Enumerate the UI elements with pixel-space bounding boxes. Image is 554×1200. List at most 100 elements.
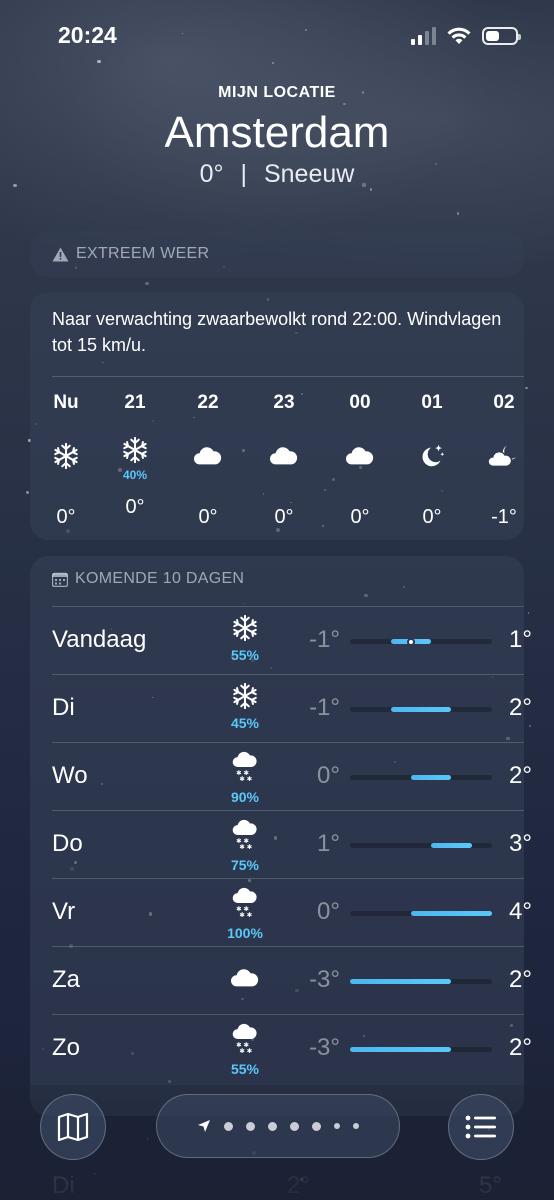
cloud-snow-icon: ✱ ✱ ✱ ✱ <box>231 751 259 788</box>
hour-precipitation: 40% <box>122 467 148 482</box>
current-conditions: 0° | Sneeuw <box>0 160 554 189</box>
hour-temperature: 0° <box>350 506 370 528</box>
temperature-range-bar <box>410 911 492 916</box>
row-divider <box>52 1014 524 1015</box>
svg-text:✱: ✱ <box>247 1047 253 1055</box>
temperature-range-bar <box>431 843 472 848</box>
day-high: 2° <box>509 694 532 721</box>
alert-description: Naar verwachting zwaarbewolkt rond 22:00… <box>52 309 502 355</box>
hourly-item: 01 0° <box>402 392 462 529</box>
hour-label: 00 <box>349 392 371 413</box>
row-divider <box>52 742 524 743</box>
day-label: Vandaag <box>52 626 147 653</box>
ten-day-forecast-card[interactable]: KOMENDE 10 DAGEN Vandaag 55% -1° 1° Di 4… <box>30 556 532 1116</box>
svg-text:✱: ✱ <box>247 843 253 851</box>
temperature-range-track <box>350 775 492 780</box>
hourly-forecast-card[interactable]: Naar verwachting zwaarbewolkt rond 22:00… <box>30 292 524 540</box>
hour-temperature: 0° <box>274 506 294 528</box>
hour-label: 23 <box>273 392 295 413</box>
hourly-item: 22 0° <box>178 392 238 529</box>
daily-row[interactable]: Wo ✱ ✱ ✱ ✱ 90% 0° 2° <box>52 742 532 810</box>
snowflake-icon <box>231 682 259 714</box>
temperature-range-bar <box>350 1047 452 1052</box>
day-label: Zo <box>52 1034 81 1061</box>
day-precipitation: 55% <box>230 647 260 663</box>
day-label: Za <box>52 966 81 993</box>
severe-weather-label: EXTREEM WEER <box>52 245 209 263</box>
hour-temperature: -1° <box>491 506 517 528</box>
hour-label: 21 <box>124 392 146 413</box>
row-divider <box>52 946 524 947</box>
temperature-range-track <box>350 637 492 646</box>
map-button[interactable] <box>40 1094 106 1160</box>
cellular-signal-icon <box>411 27 436 45</box>
day-high: 4° <box>509 898 532 925</box>
status-icons <box>411 26 521 46</box>
wifi-icon <box>447 27 471 44</box>
page-indicator[interactable] <box>156 1094 400 1158</box>
location-arrow-icon[interactable] <box>197 1119 211 1133</box>
day-label: Vr <box>52 898 76 925</box>
list-icon <box>465 1115 496 1139</box>
calendar-icon <box>52 572 68 587</box>
page-dot[interactable] <box>334 1123 340 1129</box>
snowflake-icon <box>231 614 259 646</box>
row-divider <box>52 810 524 811</box>
page-dot[interactable] <box>353 1123 359 1129</box>
daily-row[interactable]: Za -3° 2° <box>52 946 532 1014</box>
page-dot[interactable] <box>268 1121 277 1131</box>
day-low: -3° <box>309 1034 340 1061</box>
current-temperature-dot <box>406 637 415 646</box>
day-low: 0° <box>317 898 340 925</box>
page-dot[interactable] <box>312 1121 321 1131</box>
page-dot[interactable] <box>290 1121 299 1131</box>
svg-text:✱: ✱ <box>247 775 253 783</box>
day-high: 1° <box>509 626 532 653</box>
daily-row[interactable]: Zo ✱ ✱ ✱ ✱ 55% -3° 2° <box>52 1014 532 1082</box>
temperature-range-track <box>350 911 492 916</box>
daily-row[interactable]: Vr ✱ ✱ ✱ ✱ 100% 0° 4° <box>52 878 532 946</box>
daily-row[interactable]: Vandaag 55% -1° 1° <box>52 606 532 674</box>
hour-label: 02 <box>493 392 515 413</box>
city-name: Amsterdam <box>164 108 390 157</box>
location-label: MIJN LOCATIE <box>218 84 336 101</box>
city-list-button[interactable] <box>448 1094 514 1160</box>
day-precipitation: 100% <box>227 925 263 941</box>
ten-day-label: KOMENDE 10 DAGEN <box>52 570 244 588</box>
snowflake-icon <box>52 442 80 475</box>
status-bar: 20:24 <box>0 0 554 70</box>
condition-text: Sneeuw <box>263 160 355 188</box>
hour-label: 01 <box>421 392 443 413</box>
day-high: 3° <box>509 830 532 857</box>
page-dot[interactable] <box>246 1121 255 1131</box>
hour-temperature: 0° <box>422 506 442 528</box>
svg-text:✱: ✱ <box>239 843 245 851</box>
ten-day-title: KOMENDE 10 DAGEN <box>75 570 245 587</box>
row-divider <box>52 878 524 879</box>
severe-weather-header[interactable]: EXTREEM WEER <box>30 231 524 277</box>
daily-row[interactable]: Do ✱ ✱ ✱ ✱ 75% 1° 3° <box>52 810 532 878</box>
day-precipitation: 90% <box>230 789 260 805</box>
row-divider <box>52 606 524 607</box>
temperature-range-bar <box>410 775 452 780</box>
day-low: -3° <box>309 966 340 993</box>
hour-label: 22 <box>197 392 219 413</box>
hour-label: Nu <box>53 392 79 413</box>
day-low: -1° <box>309 626 340 653</box>
day-high: 2° <box>509 966 532 993</box>
cloud-snow-icon: ✱ ✱ ✱ ✱ <box>231 887 259 924</box>
day-precipitation: 75% <box>230 857 260 873</box>
battery-icon <box>482 27 521 45</box>
daily-row[interactable]: Di 45% -1° 2° <box>52 674 532 742</box>
page-dot[interactable] <box>224 1121 233 1131</box>
hour-temperature: 0° <box>56 506 76 528</box>
hourly-item: Nu 0° <box>36 392 96 529</box>
severe-weather-title: EXTREEM WEER <box>76 245 210 262</box>
hourly-item: 00 0° <box>330 392 390 529</box>
day-label: Do <box>52 830 83 857</box>
day-label: Di <box>52 694 75 721</box>
warning-icon <box>52 247 69 261</box>
cloud-icon <box>192 442 224 475</box>
divider <box>52 376 524 377</box>
hourly-scroller[interactable]: Nu 0° 21 40% 0° 22 0° 23 0° 00 0° 01 0° <box>30 392 524 532</box>
